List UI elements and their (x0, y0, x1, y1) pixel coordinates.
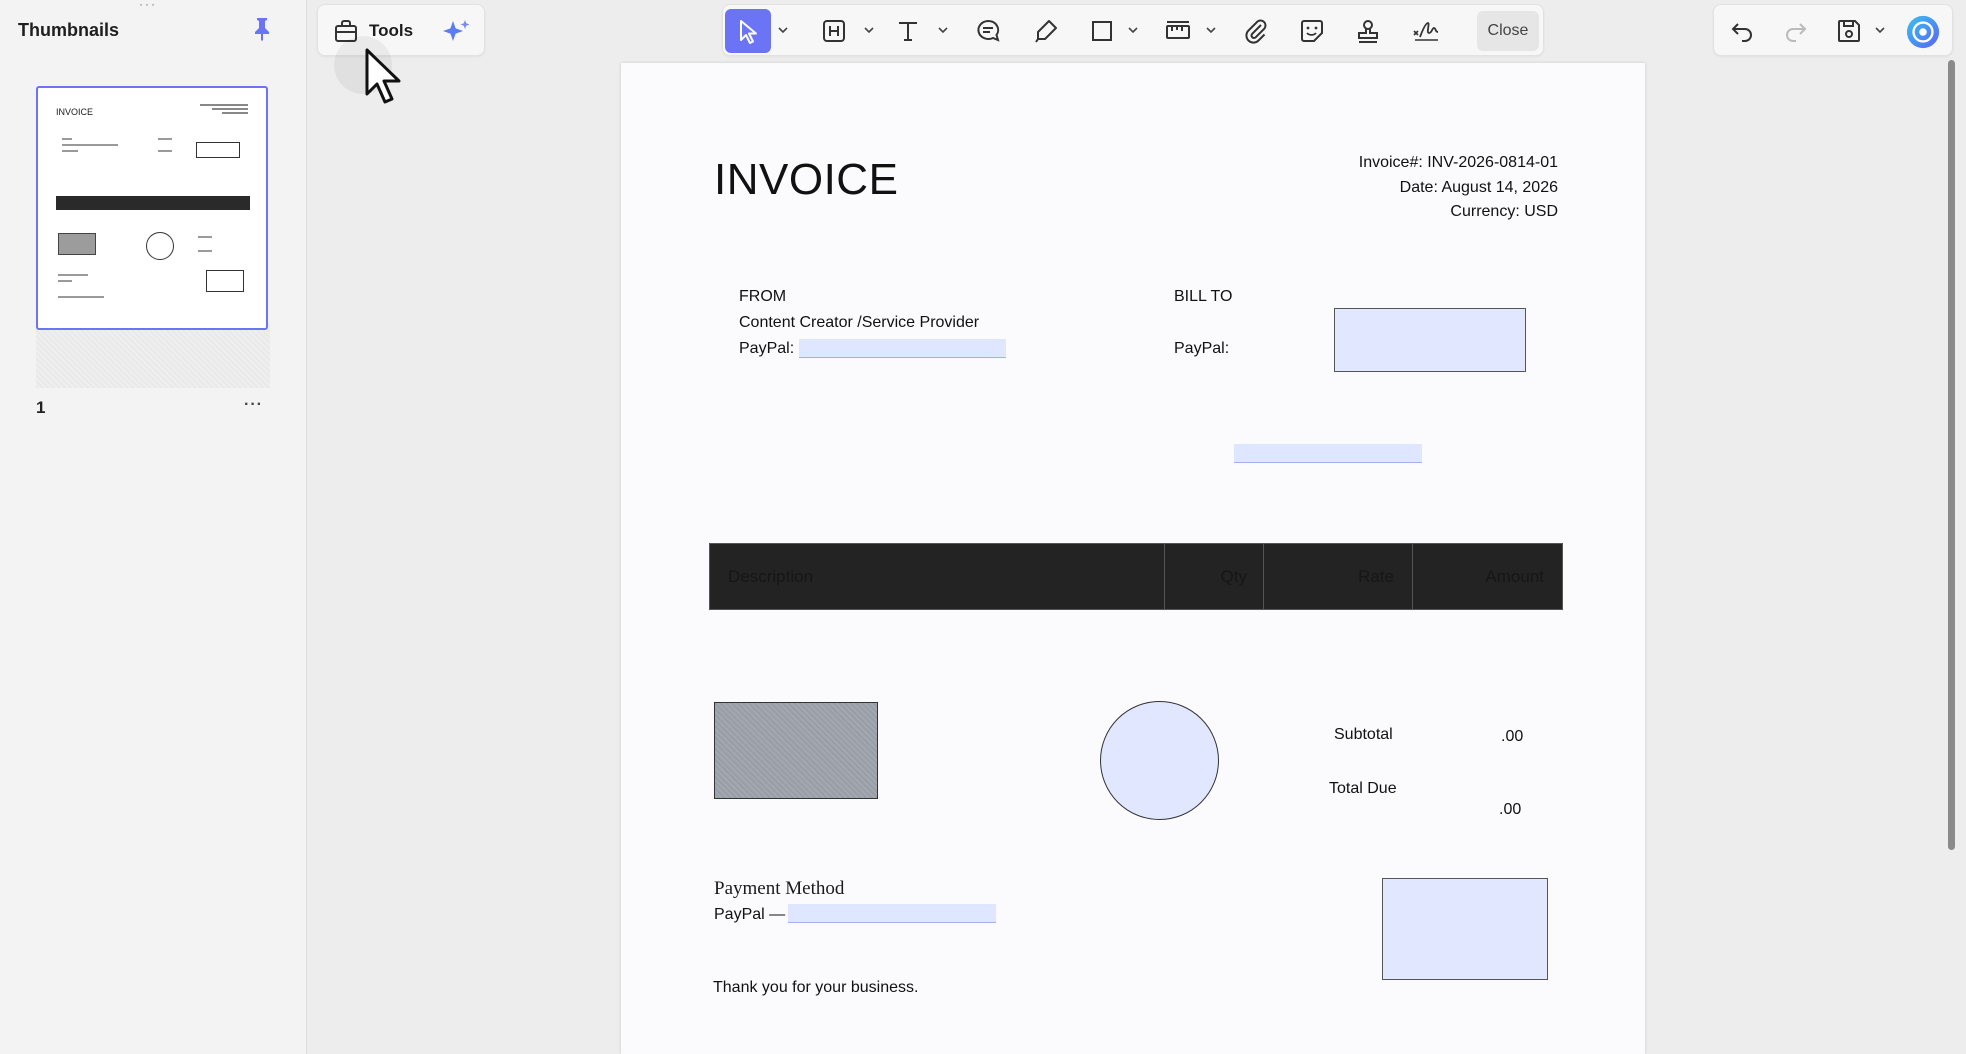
stamp-icon (1358, 20, 1378, 43)
select-tool-button[interactable] (725, 9, 771, 53)
chevron-down-icon[interactable] (1127, 25, 1139, 35)
thumbnail-more-button[interactable]: ··· (244, 396, 263, 414)
signature-box-field[interactable] (1382, 878, 1548, 980)
shape-tool-button[interactable] (1085, 15, 1119, 47)
from-paypal-field[interactable] (799, 339, 1006, 358)
bill-to-paypal-label: PayPal: (1174, 340, 1230, 357)
invoice-number: Invoice#: INV-2026-0814-01 (1358, 154, 1558, 171)
chevron-down-icon[interactable] (937, 25, 949, 35)
text-tool-button[interactable] (891, 15, 925, 47)
vertical-scrollbar[interactable] (1948, 60, 1955, 850)
thumbnail-page-number: 1 (36, 398, 46, 417)
thumbnail-line (62, 144, 118, 146)
invoice-currency: Currency: USD (1450, 203, 1558, 220)
thumbnail-line (62, 138, 72, 140)
file-toolbar (1713, 4, 1953, 56)
sticker-icon (1301, 20, 1323, 42)
comment-tool-button[interactable] (971, 15, 1005, 47)
document-page: INVOICE Invoice#: INV-2026-0814-01 Date:… (621, 63, 1645, 1054)
thumbnail-line (158, 138, 172, 140)
annotation-toolbar: Close (722, 4, 1544, 56)
from-paypal-label: PayPal: (739, 340, 795, 357)
undo-icon (1731, 23, 1752, 42)
text-icon (899, 22, 917, 41)
thumbnail-line (58, 296, 104, 298)
payment-paypal-label: PayPal — (714, 906, 786, 923)
sticker-tool-button[interactable] (1295, 15, 1329, 47)
payment-method-label: Payment Method (714, 878, 845, 899)
text-box-icon (823, 20, 845, 42)
select-icon (740, 20, 757, 44)
column-description: Description (710, 544, 1165, 609)
column-qty: Qty (1165, 544, 1264, 609)
chevron-down-icon[interactable] (777, 25, 789, 35)
shape-icon (1092, 21, 1112, 41)
page-thumbnail[interactable]: INVOICE (36, 86, 268, 330)
thumbnail-meta (188, 104, 248, 116)
thumbnail-title: INVOICE (56, 107, 94, 117)
undo-button[interactable] (1726, 15, 1760, 47)
save-icon (1838, 20, 1860, 42)
thumbnail-line (198, 250, 212, 252)
invoice-title: INVOICE (714, 155, 899, 204)
thumbnail-line (62, 150, 78, 152)
measure-tool-button[interactable] (1161, 15, 1195, 47)
chevron-down-icon[interactable] (1205, 25, 1217, 35)
mouse-cursor-icon (365, 48, 401, 104)
payment-paypal-field[interactable] (788, 904, 996, 923)
thumbnail-table-band (56, 196, 250, 210)
thumbnail-circle (146, 232, 174, 260)
attachment-tool-button[interactable] (1239, 15, 1273, 47)
ai-sparkle-icon[interactable] (440, 17, 472, 47)
redo-icon (1786, 23, 1807, 42)
thumbnail-line (198, 236, 212, 238)
invoice-meta: Invoice#: INV-2026-0814-01 Date: August … (1359, 151, 1558, 225)
from-name: Content Creator /Service Provider (739, 314, 980, 331)
bill-to-box-field[interactable] (1334, 308, 1526, 372)
circle-shape-field[interactable] (1100, 701, 1219, 820)
save-button[interactable] (1832, 15, 1866, 47)
column-rate: Rate (1264, 544, 1413, 609)
chevron-down-icon[interactable] (1874, 25, 1886, 35)
text-box-tool-button[interactable] (817, 15, 851, 47)
signature-tool-button[interactable] (1409, 15, 1443, 47)
stamp-tool-button[interactable] (1351, 15, 1385, 47)
bill-to-label: BILL TO (1174, 288, 1233, 305)
close-button[interactable]: Close (1477, 11, 1539, 51)
total-due-value: .00 (1499, 801, 1522, 818)
thumbnail-line (58, 280, 72, 282)
pin-icon[interactable] (250, 16, 274, 42)
ai-assistant-button[interactable] (1904, 13, 1942, 51)
signature-icon (1413, 22, 1439, 41)
total-due-label: Total Due (1329, 780, 1397, 797)
thank-you-note: Thank you for your business. (713, 979, 919, 996)
from-label: FROM (739, 288, 787, 305)
highlighter-icon (1035, 20, 1057, 43)
comment-icon (977, 19, 1000, 42)
subtotal-value: .00 (1501, 728, 1524, 745)
highlighter-tool-button[interactable] (1029, 15, 1063, 47)
ai-assistant-icon (1906, 15, 1940, 49)
thumbnail-line (158, 150, 172, 152)
panel-grip-handle[interactable]: ··· (139, 0, 157, 10)
thumbnails-panel: ··· Thumbnails INVOICE 1 ··· (0, 0, 307, 1054)
thumbnail-box (206, 270, 244, 292)
thumbnail-image-box (58, 233, 96, 255)
chevron-down-icon[interactable] (863, 25, 875, 35)
logo-image-placeholder[interactable] (714, 702, 878, 799)
line-items-header: Description Qty Rate Amount (709, 543, 1563, 610)
redo-button[interactable] (1778, 15, 1812, 47)
thumbnail-box (196, 142, 240, 158)
panel-title: Thumbnails (18, 20, 120, 40)
column-amount: Amount (1485, 566, 1544, 586)
thumbnail-shadow (36, 322, 270, 388)
measure-icon (1166, 21, 1190, 39)
thumbnail-line (58, 274, 88, 276)
invoice-date: Date: August 14, 2026 (1399, 178, 1558, 196)
attachment-icon (1245, 19, 1267, 44)
subtotal-label: Subtotal (1334, 726, 1393, 743)
bill-to-detail-field[interactable] (1234, 444, 1422, 463)
